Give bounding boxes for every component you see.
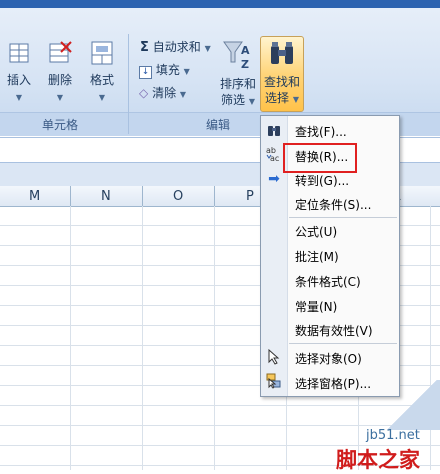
sort-filter-label-1: 排序和	[219, 77, 256, 91]
replace-icon: ab ac	[266, 145, 282, 163]
chevron-down-icon: ▼	[15, 93, 23, 102]
chevron-down-icon: ▼	[98, 93, 106, 102]
delete-cells-icon	[49, 41, 72, 63]
chevron-down-icon: ▼	[183, 67, 190, 76]
sort-filter-icon: A Z	[223, 41, 250, 71]
menu-item-data-validation[interactable]: 数据有效性(V)	[295, 322, 373, 339]
title-bar-strip	[0, 0, 440, 8]
format-button[interactable]: 格式 ▼	[84, 40, 120, 106]
autosum-label: 自动求和	[152, 40, 201, 54]
chevron-down-icon: ▼	[56, 93, 64, 102]
find-select-label-2: 选择	[265, 91, 290, 105]
column-header-n[interactable]: N	[101, 189, 111, 204]
menu-separator	[289, 217, 397, 218]
menu-separator	[289, 343, 397, 344]
binoculars-icon	[266, 122, 282, 138]
format-label: 格式	[89, 73, 114, 87]
arrow-right-icon: ➡	[268, 171, 280, 187]
clear-label: 清除	[152, 86, 177, 100]
binoculars-icon	[271, 42, 293, 64]
fill-down-icon: ↓	[139, 66, 152, 79]
group-divider	[128, 34, 129, 134]
delete-button[interactable]: 删除 ▼	[40, 40, 80, 106]
cells-group-title: 单元格	[42, 118, 79, 132]
cursor-icon	[266, 348, 282, 365]
menu-item-formulas[interactable]: 公式(U)	[295, 223, 337, 240]
eraser-icon: ◇	[139, 86, 149, 100]
sigma-icon: Σ	[140, 40, 149, 55]
clear-button[interactable]: ◇ 清除 ▼	[139, 84, 186, 101]
replace-highlight-box	[283, 143, 357, 173]
svg-text:Z: Z	[241, 58, 249, 71]
delete-label: 删除	[47, 73, 72, 87]
fill-label: 填充	[155, 63, 180, 77]
column-divider	[214, 186, 215, 206]
fill-button[interactable]: ↓ 填充 ▼	[139, 61, 190, 79]
menu-item-goto-special[interactable]: 定位条件(S)...	[295, 196, 371, 213]
format-cells-icon	[91, 41, 113, 65]
insert-cells-icon	[9, 43, 29, 63]
find-select-label-1: 查找和	[263, 75, 300, 89]
chevron-down-icon: ▼	[292, 95, 299, 104]
column-header-m[interactable]: M	[29, 189, 40, 204]
menu-item-comments[interactable]: 批注(M)	[295, 248, 339, 265]
menu-item-conditional-formatting[interactable]: 条件格式(C)	[295, 273, 361, 290]
find-select-content[interactable]: 查找和 选择 ▼	[260, 38, 304, 108]
column-header-p[interactable]: P	[246, 189, 254, 204]
insert-label: 插入	[6, 73, 31, 87]
chevron-down-icon: ▼	[204, 44, 211, 53]
insert-button[interactable]: 插入 ▼	[2, 40, 36, 106]
menu-item-find[interactable]: 查找(F)...	[295, 123, 347, 140]
menu-item-selection-pane[interactable]: 选择窗格(P)...	[295, 375, 371, 392]
column-divider	[70, 186, 71, 206]
editing-group-title: 编辑	[206, 118, 231, 132]
svg-text:A: A	[241, 44, 250, 57]
chevron-down-icon: ▼	[179, 90, 187, 99]
autosum-button[interactable]: Σ 自动求和 ▼	[140, 38, 211, 55]
column-header-o[interactable]: O	[173, 189, 183, 204]
selection-pane-icon	[266, 373, 282, 389]
menu-item-goto[interactable]: 转到(G)...	[295, 172, 349, 189]
menu-item-select-objects[interactable]: 选择对象(O)	[295, 350, 362, 367]
watermark-site: jb51.net	[366, 428, 420, 443]
svg-text:ac: ac	[270, 154, 279, 163]
chevron-down-icon: ▼	[248, 97, 255, 106]
menu-item-constants[interactable]: 常量(N)	[295, 298, 337, 315]
sort-filter-button[interactable]: A Z 排序和 筛选 ▼	[218, 38, 258, 110]
column-divider	[142, 186, 143, 206]
sort-filter-label-2: 筛选	[221, 93, 246, 107]
